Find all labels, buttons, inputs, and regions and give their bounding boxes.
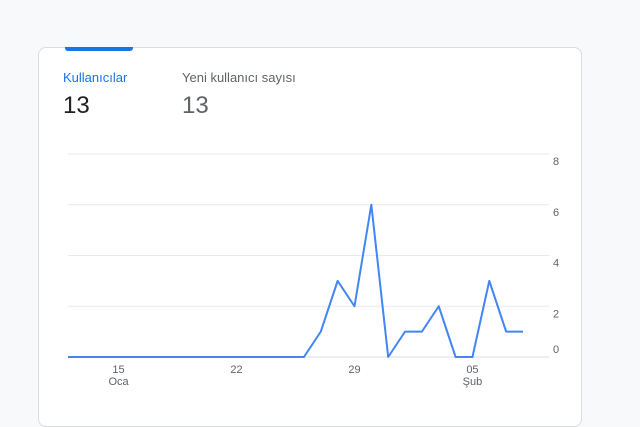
y-tick-label: 2 [553, 308, 559, 320]
x-tick-label: 15 [112, 364, 124, 376]
series-line [68, 203, 523, 358]
y-axis-ticks: 8 6 4 2 0 [553, 156, 559, 356]
x-tick-label: 29 [348, 364, 360, 376]
grid-layer [68, 153, 549, 358]
series-layer [68, 203, 523, 358]
x-axis-ticks: 15Oca 22 29 05Şub [108, 364, 482, 388]
x-tick-label: 05 [466, 364, 478, 376]
y-tick-label: 8 [553, 156, 559, 168]
x-tick-sublabel: Şub [463, 376, 483, 388]
y-tick-label: 6 [553, 207, 559, 219]
y-tick-label: 0 [553, 344, 559, 356]
users-line-chart: 8 6 4 2 0 15Oca 22 29 05Şub [68, 153, 559, 388]
y-tick-label: 4 [553, 258, 559, 270]
x-tick-label: 22 [230, 364, 242, 376]
x-tick-sublabel: Oca [108, 376, 129, 388]
